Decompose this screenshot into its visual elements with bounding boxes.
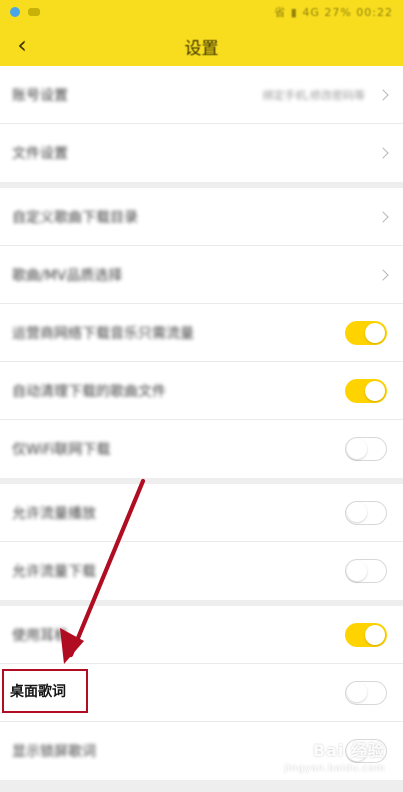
setting-label: 账号设置 — [12, 87, 68, 104]
settings-row-quality[interactable]: 歌曲/MV品质选择 — [0, 246, 403, 304]
settings-row-auto-clean: 自动清理下载的歌曲文件 — [0, 362, 403, 420]
toggle-switch[interactable] — [345, 559, 387, 583]
toggle-knob — [347, 502, 367, 522]
toggle-switch[interactable] — [345, 378, 387, 403]
setting-label: 显示锁屏歌词 — [12, 744, 96, 760]
settings-row-account[interactable]: 账号设置 绑定手机,修改密码等 — [0, 66, 403, 124]
chevron-right-icon — [377, 210, 389, 223]
status-left-icons — [10, 7, 40, 17]
toggle-switch[interactable] — [345, 320, 387, 345]
setting-label: 文件设置 — [12, 146, 68, 162]
settings-row-files[interactable]: 文件设置 — [0, 124, 403, 182]
setting-label: 自定义歌曲下载目录 — [12, 209, 138, 226]
app-bar: ‹ 设置 — [0, 24, 403, 66]
setting-value: 绑定手机,修改密码等 — [262, 88, 366, 102]
setting-label: 运营商网络下载音乐只需流量 — [12, 325, 194, 342]
watermark-logo: Bai 经验 — [312, 741, 385, 760]
watermark: Bai 经验 jingyan.baidu.com — [284, 737, 385, 774]
settings-row-carrier-download: 运营商网络下载音乐只需流量 — [0, 304, 403, 362]
settings-group-account: 账号设置 绑定手机,修改密码等 文件设置 — [0, 66, 403, 182]
settings-row-download-dir[interactable]: 自定义歌曲下载目录 — [0, 188, 403, 246]
setting-label: 允许流量下载 — [12, 564, 96, 580]
setting-label: 使用耳机 — [12, 627, 68, 644]
settings-group-network: 允许流量播放 允许流量下载 — [0, 484, 403, 600]
toggle-switch[interactable] — [345, 622, 387, 647]
toggle-knob — [347, 438, 367, 459]
settings-row-allow-download: 允许流量下载 — [0, 542, 403, 600]
desktop-lyrics-label: 桌面歌词 — [10, 684, 66, 700]
toggle-knob — [365, 380, 385, 401]
setting-label: 自动清理下载的歌曲文件 — [12, 383, 166, 400]
settings-row-wifi-only: 仅WiFi联网下载 — [0, 420, 403, 478]
settings-group-download: 自定义歌曲下载目录 歌曲/MV品质选择 运营商网络下载音乐只需流量 自动清理下载… — [0, 188, 403, 478]
toggle-switch[interactable] — [345, 500, 387, 525]
app-notification-icon — [10, 7, 20, 17]
toggle-knob — [365, 624, 385, 645]
page-title: 设置 — [184, 39, 219, 59]
toggle-switch[interactable] — [345, 680, 387, 705]
setting-label: 允许流量播放 — [12, 505, 96, 522]
status-indicator-icon — [28, 8, 40, 16]
setting-label: 歌曲/MV品质选择 — [12, 267, 123, 284]
toggle-knob — [347, 682, 367, 702]
status-right-text: 省 ▮ 4G 27% 00:22 — [274, 6, 393, 19]
chevron-right-icon — [377, 88, 389, 101]
watermark-url: jingyan.baidu.com — [284, 763, 385, 774]
toggle-knob — [365, 322, 385, 343]
chevron-right-icon — [377, 268, 389, 281]
chevron-right-icon — [377, 147, 389, 159]
toggle-knob — [347, 560, 367, 581]
status-bar: 省 ▮ 4G 27% 00:22 — [0, 0, 403, 24]
settings-row-headset: 使用耳机 — [0, 606, 403, 664]
toggle-switch[interactable] — [345, 437, 387, 461]
setting-label: 仅WiFi联网下载 — [12, 442, 111, 458]
settings-row-allow-stream: 允许流量播放 — [0, 484, 403, 542]
